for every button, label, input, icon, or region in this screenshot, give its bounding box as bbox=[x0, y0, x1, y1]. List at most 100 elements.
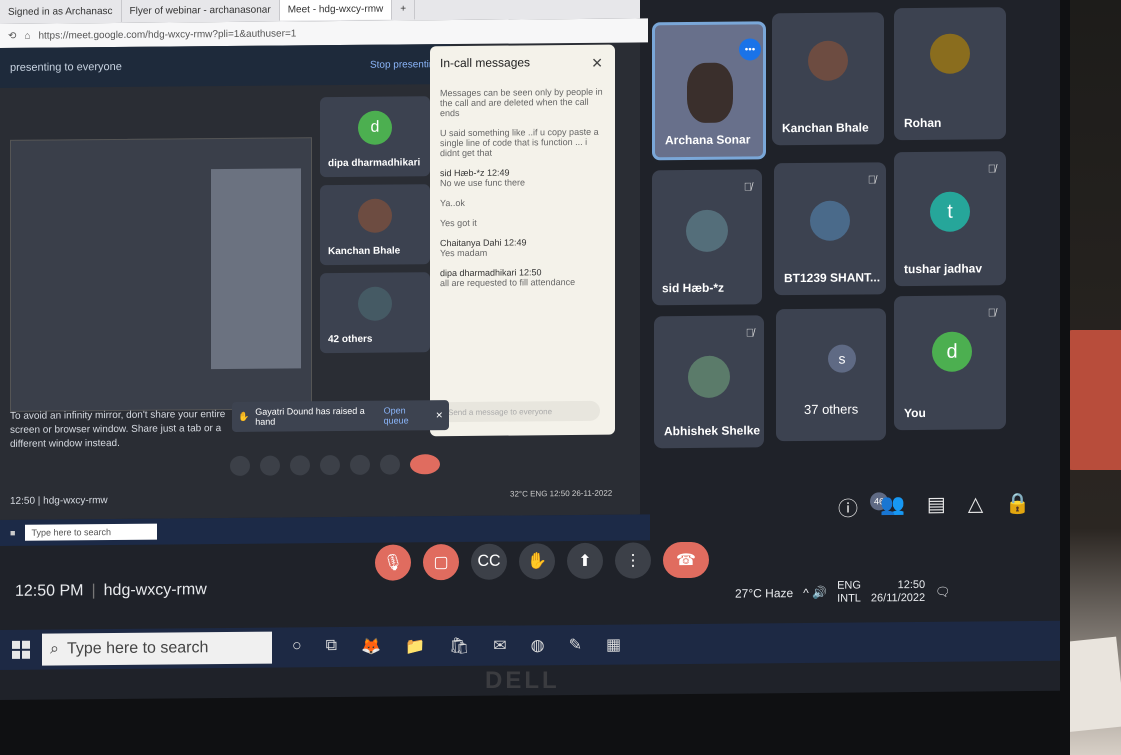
language-indicator[interactable]: ENG INTL bbox=[837, 579, 861, 605]
chat-input[interactable]: Send a message to everyone bbox=[440, 400, 600, 423]
hand-icon bbox=[320, 455, 340, 476]
shared-browser-window: Signed in as Archanasc Flyer of webinar … bbox=[0, 0, 650, 546]
avatar bbox=[930, 33, 970, 74]
avatar: t bbox=[930, 191, 970, 232]
search-placeholder: Type here to search bbox=[66, 639, 209, 658]
more-icon bbox=[380, 454, 400, 475]
red-container bbox=[1066, 330, 1121, 470]
url-text[interactable]: https://meet.google.com/hdg-wxcy-rmw?pli… bbox=[38, 28, 296, 41]
divider: | bbox=[91, 582, 96, 600]
participant-tile-archana[interactable]: ••• Archana Sonar bbox=[652, 21, 766, 161]
taskbar-apps: ○ ⧉ 🦊 📁 🛍 ✉ ◍ ✎ ▦ bbox=[292, 635, 621, 658]
activities-icon[interactable]: △ bbox=[968, 491, 983, 520]
captions-icon bbox=[290, 455, 310, 476]
address-bar[interactable]: ⟲ ⌂ https://meet.google.com/hdg-wxcy-rmw… bbox=[0, 18, 648, 48]
close-icon[interactable]: ✕ bbox=[435, 410, 443, 421]
participant-name: sid Hæb-*z bbox=[662, 280, 725, 296]
file-explorer-icon[interactable]: 📁 bbox=[405, 636, 425, 656]
edge-icon[interactable]: ◍ bbox=[531, 635, 545, 655]
camera-off-icon: ▢ bbox=[433, 554, 449, 572]
presenting-banner: presenting to everyone Stop presenting bbox=[0, 44, 450, 88]
muted-mic-icon: 🎙̸ bbox=[867, 174, 876, 187]
avatar bbox=[358, 198, 392, 233]
avatar bbox=[688, 355, 730, 398]
meet-side-toolbar: ⓘ 👥 ▤ △ 🔒 bbox=[838, 491, 1030, 522]
leave-call-button[interactable]: ☎ bbox=[663, 541, 709, 579]
people-icon[interactable]: 👥 bbox=[880, 492, 905, 521]
mail-icon[interactable]: ✉ bbox=[493, 636, 506, 656]
raise-hand-button[interactable]: ✋ bbox=[519, 543, 555, 580]
info-icon[interactable]: ⓘ bbox=[838, 493, 858, 522]
chat-icon[interactable]: ▤ bbox=[927, 492, 946, 521]
present-button[interactable]: ⬆ bbox=[567, 542, 603, 580]
cortana-icon[interactable]: ○ bbox=[292, 637, 302, 657]
captions-icon: CC bbox=[477, 552, 501, 570]
taskbar-search[interactable]: ⌕ Type here to search bbox=[42, 631, 272, 666]
tab-meet[interactable]: Meet - hdg-wxcy-rmw bbox=[279, 0, 393, 21]
participant-tile-bt1239[interactable]: 🎙̸ BT1239 SHANT... bbox=[774, 162, 886, 296]
muted-mic-icon: 🎙̸ bbox=[743, 181, 752, 194]
participant-tile-abhishek[interactable]: 🎙̸ Abhishek Shelke bbox=[654, 315, 764, 449]
captions-button[interactable]: CC bbox=[471, 543, 507, 580]
new-tab-button[interactable]: + bbox=[392, 0, 416, 20]
participant-tile-rohan[interactable]: Rohan bbox=[894, 7, 1006, 141]
clock[interactable]: 12:50 26/11/2022 bbox=[871, 579, 925, 605]
participant-tile-others[interactable]: s 37 others bbox=[776, 308, 886, 442]
close-icon[interactable]: ✕ bbox=[591, 55, 603, 72]
tab-signed-in[interactable]: Signed in as Archanasc bbox=[0, 0, 122, 24]
chat-notice: Messages can be seen only by people in t… bbox=[440, 86, 603, 119]
mirror-search: Type here to search bbox=[25, 523, 158, 541]
laptop-screen: Signed in as Archanasc Flyer of webinar … bbox=[0, 0, 1060, 701]
participant-tile-kanchan[interactable]: Kanchan Bhale bbox=[772, 12, 884, 146]
raised-hand-text: Gayatri Dound has raised a hand bbox=[255, 405, 365, 427]
avatar bbox=[810, 200, 850, 241]
mic-off-icon: 🎙 bbox=[382, 554, 404, 572]
open-queue-button[interactable]: Open queue bbox=[384, 405, 430, 425]
back-icon[interactable]: ⟲ bbox=[8, 30, 16, 41]
in-call-messages-panel: In-call messages ✕ Messages can be seen … bbox=[430, 44, 615, 437]
home-icon[interactable]: ⌂ bbox=[24, 30, 30, 41]
mini-tile-name: 42 others bbox=[328, 333, 373, 346]
mini-tile-kanchan[interactable]: Kanchan Bhale bbox=[320, 184, 430, 266]
windows-icon: ■ bbox=[10, 527, 16, 538]
store-icon[interactable]: 🛍 bbox=[449, 636, 469, 656]
tab-label: Meet - hdg-wxcy-rmw bbox=[287, 3, 384, 15]
excel-icon[interactable]: ▦ bbox=[606, 635, 621, 655]
meeting-info: 12:50 PM | hdg-wxcy-rmw bbox=[15, 581, 207, 601]
host-controls-icon[interactable]: 🔒 bbox=[1005, 491, 1030, 520]
avatar bbox=[686, 209, 728, 253]
avatar: s bbox=[828, 344, 856, 373]
dell-logo: DELL bbox=[485, 667, 560, 694]
participant-name: Rohan bbox=[904, 115, 942, 131]
participant-tile-tushar[interactable]: 🎙̸ t tushar jadhav bbox=[894, 151, 1006, 287]
windows-start-icon[interactable] bbox=[12, 640, 30, 659]
hand-icon: ✋ bbox=[527, 553, 547, 571]
avatar bbox=[358, 286, 392, 321]
more-options-icon[interactable]: ••• bbox=[739, 38, 761, 61]
mirror-chat-panel bbox=[211, 168, 301, 370]
more-options-button[interactable]: ⋮ bbox=[615, 542, 651, 579]
mirror-meet-controls bbox=[230, 454, 440, 476]
presenting-text: presenting to everyone bbox=[10, 60, 122, 74]
mini-tile-others[interactable]: 42 others bbox=[320, 272, 430, 354]
mic-off-button[interactable]: 🎙 bbox=[375, 544, 411, 581]
present-icon: ⬆ bbox=[578, 552, 592, 570]
tab-flyer[interactable]: Flyer of webinar - archanasonar bbox=[121, 0, 280, 22]
chat-message: dipa dharmadhikari 12:50 all are requeste… bbox=[440, 267, 576, 289]
mini-tile-dipa[interactable]: d dipa dharmadhikari bbox=[320, 96, 430, 178]
mirror-taskbar: ■ Type here to search bbox=[0, 514, 650, 546]
weather-widget[interactable]: 27°C Haze bbox=[735, 586, 793, 601]
mini-tile-name: Kanchan Bhale bbox=[328, 245, 401, 258]
participant-tile-sid[interactable]: 🎙̸ sid Hæb-*z bbox=[652, 169, 762, 306]
task-view-icon[interactable]: ⧉ bbox=[326, 637, 337, 657]
hand-icon: ✋ bbox=[238, 411, 250, 422]
notification-icon[interactable]: 🗨 bbox=[935, 585, 950, 599]
firefox-icon[interactable]: 🦊 bbox=[361, 637, 381, 657]
camera-off-button[interactable]: ▢ bbox=[423, 543, 459, 581]
mic-icon bbox=[230, 455, 250, 476]
tray-icons[interactable]: ^ 🔊 bbox=[803, 586, 827, 600]
windows-taskbar: ⌕ Type here to search ○ ⧉ 🦊 📁 🛍 ✉ ◍ ✎ ▦ bbox=[0, 620, 1060, 670]
mini-tile-name: dipa dharmadhikari bbox=[328, 157, 421, 170]
participant-tile-you[interactable]: 🎙̸ d You bbox=[894, 295, 1006, 431]
paint-icon[interactable]: ✎ bbox=[569, 635, 582, 655]
